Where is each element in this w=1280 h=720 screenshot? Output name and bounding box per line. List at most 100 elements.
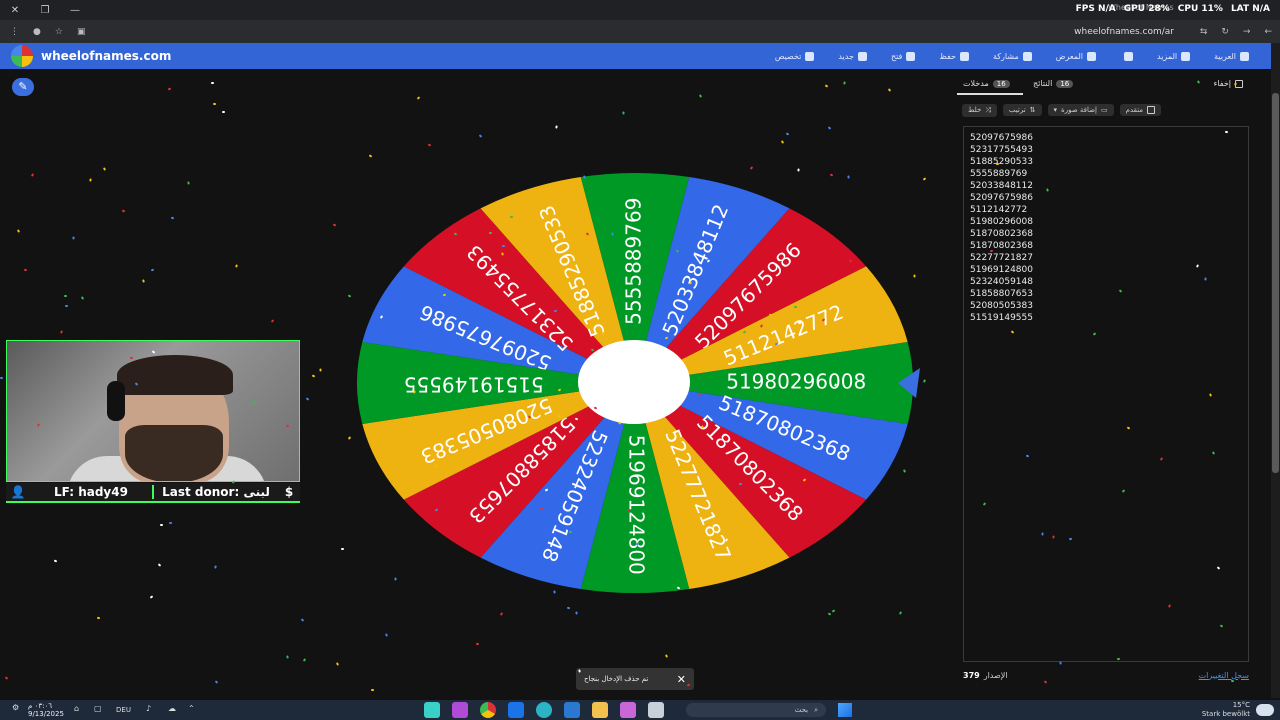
back-icon[interactable]: ←	[1264, 27, 1272, 37]
cloud-icon[interactable]: ☁	[168, 704, 176, 713]
confetti-piece	[442, 293, 447, 296]
menu-item-label: مشاركة	[992, 51, 1019, 61]
confetti-piece	[30, 173, 34, 178]
forward-icon[interactable]: →	[1243, 27, 1251, 37]
confetti-piece	[312, 374, 316, 378]
menu-item-0[interactable]: تخصيص	[774, 51, 815, 61]
confetti-piece	[370, 689, 375, 692]
network-icon[interactable]: ⌂	[74, 704, 79, 713]
hide-checkbox[interactable]: إخفاء	[1214, 79, 1243, 88]
tab-results[interactable]: النتائج 16	[1033, 79, 1074, 88]
confetti-piece	[102, 166, 107, 171]
tab-entries[interactable]: مدخلات 16	[963, 79, 1010, 88]
extensions-icon[interactable]: ⋮	[10, 27, 19, 37]
entry-line: 52317755493	[970, 145, 1033, 155]
app-menu: تخصيص جديد فتح حفظ مشاركة المعرض المزيد العربية	[774, 51, 1249, 61]
outlook-icon[interactable]	[508, 702, 524, 718]
confetti-piece	[340, 547, 344, 550]
confetti-piece	[698, 93, 702, 98]
profile-icon[interactable]: ●	[33, 27, 41, 37]
settings-icon[interactable]: ⚙	[12, 703, 19, 712]
restore-window-icon[interactable]: ❐	[30, 5, 60, 16]
edit-pencil-icon[interactable]: ✎	[12, 78, 34, 96]
menu-item-5[interactable]: المعرض	[1056, 51, 1096, 61]
menu-item-1[interactable]: جديد	[838, 51, 867, 61]
weather-temp: 15°C	[1232, 701, 1250, 709]
menu-item-7[interactable]: المزيد	[1157, 51, 1191, 61]
version-number: 379	[963, 670, 980, 680]
confetti-piece	[212, 102, 216, 105]
confetti-piece	[88, 177, 92, 182]
entry-line: 52080505383	[970, 301, 1033, 311]
lat-stat: LAT N/A	[1230, 4, 1270, 14]
clock-time: ٠٣:٠٦ م	[28, 702, 52, 710]
taskbar-search[interactable]: بحث ⌕	[686, 703, 826, 717]
menu-item-4[interactable]: مشاركة	[992, 51, 1032, 61]
confetti-piece	[1203, 277, 1207, 281]
reload-icon[interactable]: ↻	[1221, 27, 1229, 37]
menu-item-3[interactable]: حفظ	[939, 51, 969, 61]
page-scrollbar[interactable]	[1271, 43, 1280, 698]
bookmark-star-icon[interactable]: ☆	[55, 27, 63, 37]
app-icon-9[interactable]	[648, 702, 664, 718]
confetti-piece	[1026, 454, 1030, 457]
edge-icon[interactable]	[536, 702, 552, 718]
confetti-piece	[160, 524, 164, 527]
panel-footer: 379 الإصدار سجل التغييرات	[963, 668, 1249, 682]
entries-count-badge: 16	[992, 79, 1010, 88]
add-image-label: إضافة صورة	[1061, 106, 1098, 114]
sort-label: ترتيب	[1008, 106, 1026, 114]
close-icon[interactable]: ✕	[677, 673, 686, 686]
close-window-icon[interactable]: ✕	[0, 5, 30, 16]
confetti-piece	[221, 110, 226, 113]
advanced-checkbox[interactable]: متقدم	[1119, 104, 1162, 116]
windows-start-icon[interactable]	[838, 703, 852, 717]
entries-textarea[interactable]: 52097675986 52317755493 51885290533 5555889…	[963, 126, 1249, 662]
entry-line: 52097675986	[970, 133, 1033, 143]
changelog-link[interactable]: سجل التغييرات	[1199, 671, 1249, 680]
confetti-piece	[24, 268, 28, 272]
confetti-piece	[214, 564, 218, 569]
entry-line: 51885290533	[970, 157, 1033, 167]
confetti-piece	[168, 87, 172, 91]
menu-item-2[interactable]: فتح	[891, 51, 916, 61]
confetti-piece	[568, 530, 572, 534]
confetti-piece	[996, 163, 1000, 166]
shuffle-button[interactable]: خلط ⤨	[962, 103, 997, 117]
sort-button[interactable]: ترتيب ⇅	[1002, 104, 1042, 116]
entry-line: 52097675986	[970, 193, 1033, 203]
app-name[interactable]: wheelofnames.com	[41, 49, 171, 63]
toast-message: تم حذف الإدخال بنجاح	[584, 675, 649, 683]
app-icon-2[interactable]	[452, 702, 468, 718]
menu-item-label: تخصيص	[774, 51, 802, 61]
confetti-piece	[97, 617, 101, 620]
store-icon[interactable]	[564, 702, 580, 718]
reading-mode-icon[interactable]: ▣	[77, 27, 86, 37]
entry-line: 51969124800	[970, 265, 1033, 275]
language-indicator[interactable]: DEU	[116, 706, 131, 714]
confetti-piece	[501, 245, 505, 248]
wheel-logo-icon[interactable]	[11, 45, 33, 67]
file-explorer-icon[interactable]	[592, 702, 608, 718]
minimize-window-icon[interactable]: —	[60, 5, 90, 16]
add-image-button[interactable]: ▾ إضافة صورة ▭	[1047, 104, 1114, 116]
weather-widget[interactable]: 15°C Stark bewölkt	[1202, 701, 1250, 719]
display-icon[interactable]: ▢	[94, 704, 102, 713]
checkbox-icon[interactable]	[1147, 106, 1156, 114]
menu-item-6[interactable]	[1120, 51, 1133, 61]
tab-entries-label: مدخلات	[963, 79, 989, 88]
confetti-piece	[626, 508, 631, 512]
tune-icon[interactable]: ⇆	[1200, 27, 1208, 37]
taskbar-clock[interactable]: ٠٣:٠٦ م 9/13/2025	[28, 702, 64, 718]
app-icon-1[interactable]	[424, 702, 440, 718]
version-label: الإصدار	[983, 670, 1008, 680]
copilot-icon[interactable]	[620, 702, 636, 718]
chrome-icon[interactable]	[480, 702, 496, 718]
scroll-thumb[interactable]	[1272, 93, 1279, 473]
menu-item-8[interactable]: العربية	[1214, 51, 1249, 61]
microphone-icon[interactable]: ♪	[146, 704, 151, 713]
url-field[interactable]: wheelofnames.com/ar	[1074, 27, 1174, 37]
chevron-up-icon[interactable]: ⌃	[188, 704, 195, 713]
taskbar: ⚙ ٠٣:٠٦ م 9/13/2025 ⌂ ▢ DEU ♪ ☁ ⌃ بحث ⌕ …	[0, 700, 1280, 720]
confetti-piece	[574, 417, 579, 420]
